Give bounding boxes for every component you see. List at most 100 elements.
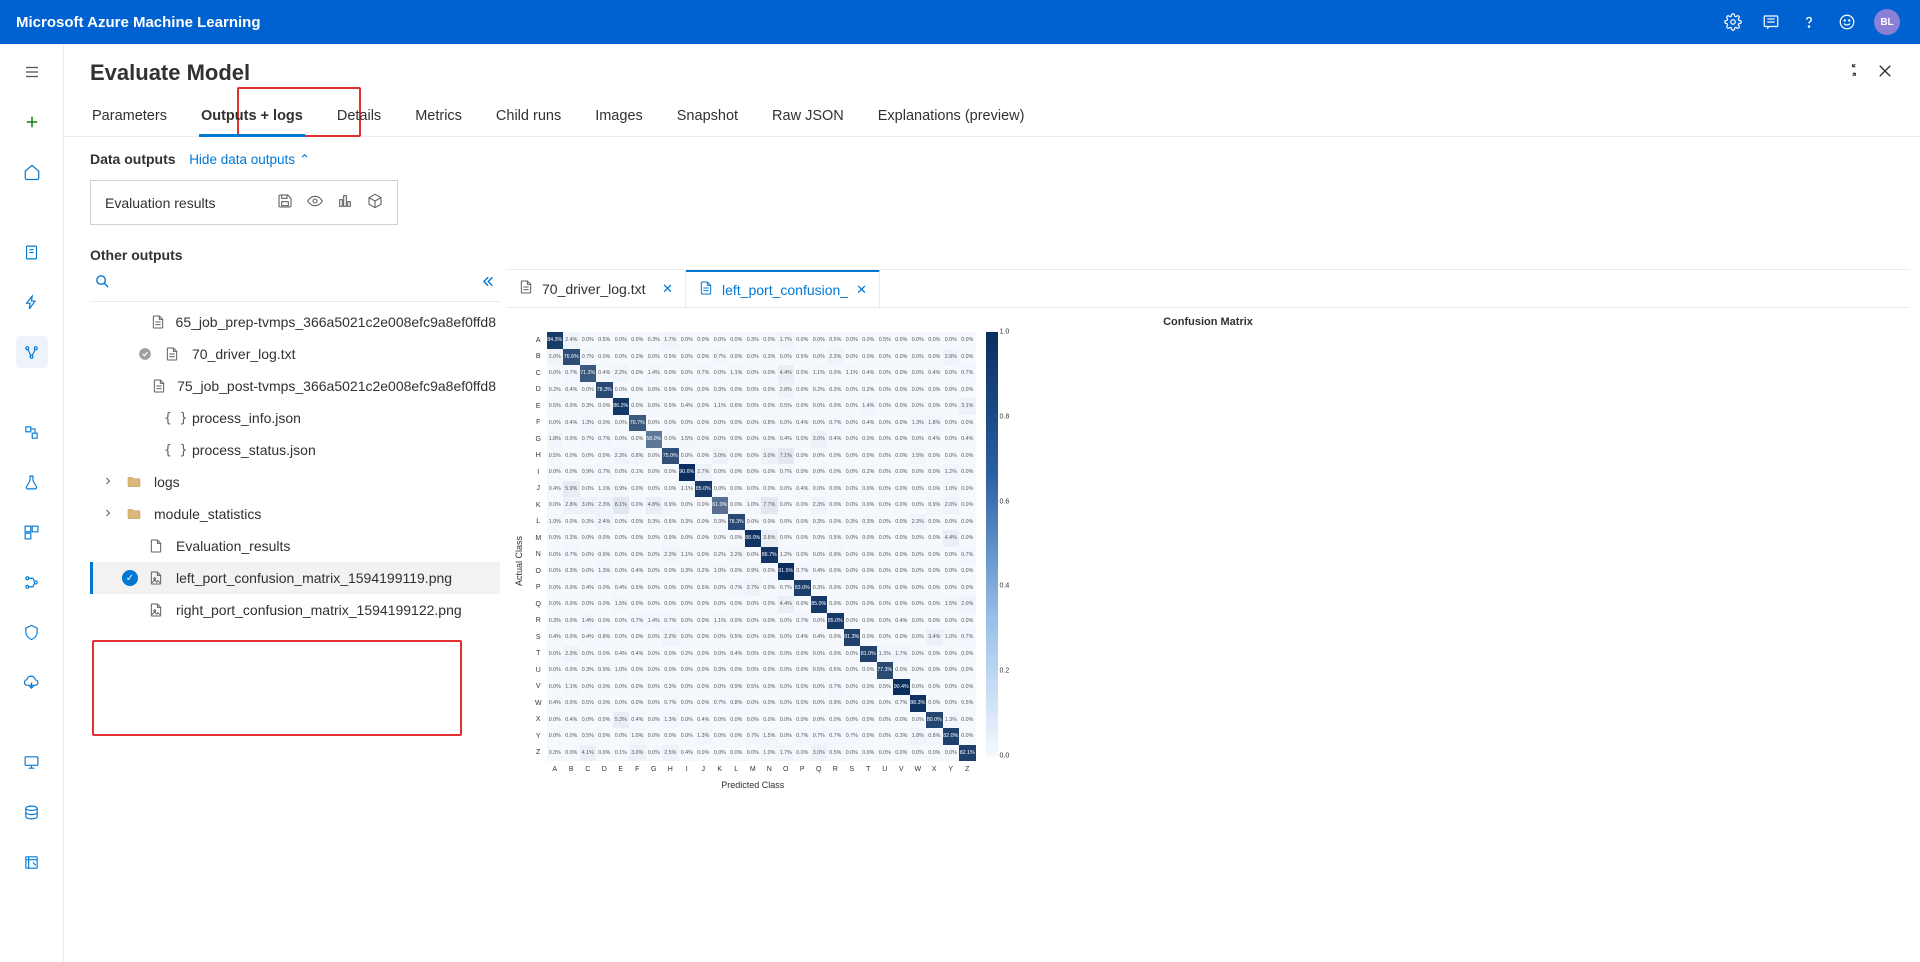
smile-icon[interactable] bbox=[1836, 11, 1858, 33]
search-icon[interactable] bbox=[94, 273, 111, 293]
labeling-icon[interactable] bbox=[16, 846, 48, 878]
datastores-icon[interactable] bbox=[16, 796, 48, 828]
add-icon[interactable] bbox=[16, 106, 48, 138]
tree-row-label: 70_driver_log.txt bbox=[192, 346, 296, 362]
tree-row[interactable]: module_statistics bbox=[90, 498, 500, 530]
avatar[interactable]: BL bbox=[1874, 9, 1900, 35]
notebooks-icon[interactable] bbox=[16, 236, 48, 268]
folder-icon bbox=[126, 474, 144, 490]
y-axis-label: Actual Class bbox=[514, 536, 524, 586]
tab-details[interactable]: Details bbox=[335, 102, 383, 136]
datasets-icon[interactable] bbox=[16, 416, 48, 448]
histogram-icon[interactable] bbox=[337, 193, 353, 212]
file-tab-label: 70_driver_log.txt bbox=[542, 281, 654, 297]
tree-row[interactable]: 70_driver_log.txt bbox=[90, 338, 500, 370]
tree-row[interactable]: Evaluation_results bbox=[90, 530, 500, 562]
file-icon bbox=[518, 279, 534, 298]
automl-icon[interactable] bbox=[16, 286, 48, 318]
minimize-icon[interactable] bbox=[1846, 62, 1862, 85]
page-title: Evaluate Model bbox=[90, 60, 250, 86]
chevron-up-icon: ⌃ bbox=[299, 152, 310, 167]
tree-row[interactable]: { } process_info.json bbox=[90, 402, 500, 434]
tree-row-label: process_info.json bbox=[192, 410, 301, 426]
hide-data-outputs-link[interactable]: Hide data outputs⌃ bbox=[189, 152, 310, 167]
check-icon: ✓ bbox=[122, 570, 138, 586]
confusion-matrix: A84.3%2.4%0.0%0.5%0.0%0.0%0.3%1.7%0.0%0.… bbox=[530, 332, 976, 778]
close-icon[interactable] bbox=[1876, 62, 1894, 85]
file-icon bbox=[151, 378, 167, 394]
compute-icon[interactable] bbox=[16, 746, 48, 778]
close-icon[interactable]: ✕ bbox=[856, 282, 867, 298]
file-tab[interactable]: 70_driver_log.txt ✕ bbox=[506, 270, 686, 307]
help-icon[interactable] bbox=[1798, 11, 1820, 33]
save-icon[interactable] bbox=[277, 193, 293, 212]
file-icon bbox=[698, 280, 714, 299]
close-icon[interactable]: ✕ bbox=[662, 281, 673, 297]
designer-icon[interactable] bbox=[16, 336, 48, 368]
main-panel: Evaluate Model Parameters Outputs + logs D… bbox=[64, 44, 1920, 962]
title-bar-actions: BL bbox=[1722, 9, 1900, 35]
tab-snapshot[interactable]: Snapshot bbox=[675, 102, 740, 136]
chart-title: Confusion Matrix bbox=[514, 316, 1902, 328]
highlight-box bbox=[92, 640, 462, 736]
title-bar: Microsoft Azure Machine Learning BL bbox=[0, 0, 1920, 44]
tree-row-label: process_status.json bbox=[192, 442, 316, 458]
tree-row-label: 65_job_prep-tvmps_366a5021c2e008efc9a8ef… bbox=[176, 314, 496, 330]
tab-raw-json[interactable]: Raw JSON bbox=[770, 102, 846, 136]
outputs-column: Data outputs Hide data outputs⌃ Evaluati… bbox=[90, 151, 500, 962]
file-tree: 65_job_prep-tvmps_366a5021c2e008efc9a8ef… bbox=[90, 302, 500, 962]
collapse-icon[interactable] bbox=[479, 273, 496, 293]
tree-row[interactable]: 65_job_prep-tvmps_366a5021c2e008efc9a8ef… bbox=[90, 306, 500, 338]
colorbar: 0.00.20.40.60.81.0 bbox=[986, 332, 998, 756]
preview-icon[interactable] bbox=[307, 193, 323, 212]
pipelines-icon[interactable] bbox=[16, 566, 48, 598]
tab-images[interactable]: Images bbox=[593, 102, 645, 136]
tree-row[interactable]: 75_job_post-tvmps_366a5021c2e008efc9a8ef… bbox=[90, 370, 500, 402]
file-icon bbox=[164, 346, 182, 362]
tab-explanations-preview-[interactable]: Explanations (preview) bbox=[876, 102, 1027, 136]
cube-icon[interactable] bbox=[367, 193, 383, 212]
tab-parameters[interactable]: Parameters bbox=[90, 102, 169, 136]
folder-icon bbox=[126, 506, 144, 522]
home-icon[interactable] bbox=[16, 156, 48, 188]
tab-bar: Parameters Outputs + logs Details Metrics Ch… bbox=[64, 92, 1920, 137]
tree-row[interactable]: right_port_confusion_matrix_1594199122.p… bbox=[90, 594, 500, 626]
hamburger-icon[interactable] bbox=[16, 56, 48, 88]
models-icon[interactable] bbox=[16, 616, 48, 648]
tree-row[interactable]: { } process_status.json bbox=[90, 434, 500, 466]
x-axis-label: Predicted Class bbox=[530, 780, 976, 790]
data-outputs-label: Data outputs bbox=[90, 151, 176, 167]
tree-row-label: 75_job_post-tvmps_366a5021c2e008efc9a8ef… bbox=[177, 378, 496, 394]
json-icon: { } bbox=[164, 443, 182, 458]
settings-icon[interactable] bbox=[1722, 11, 1744, 33]
tab-child-runs[interactable]: Child runs bbox=[494, 102, 563, 136]
file-o-icon bbox=[148, 538, 166, 554]
image-icon bbox=[148, 602, 166, 618]
eval-results-card: Evaluation results bbox=[90, 180, 398, 225]
tab-outputs-logs[interactable]: Outputs + logs bbox=[199, 102, 305, 136]
file-icon bbox=[150, 314, 166, 330]
file-tab-label: left_port_confusion_ bbox=[722, 282, 848, 298]
tab-metrics[interactable]: Metrics bbox=[413, 102, 464, 136]
endpoints-icon[interactable] bbox=[16, 666, 48, 698]
other-outputs-label: Other outputs bbox=[90, 247, 500, 263]
tree-row-label: module_statistics bbox=[154, 506, 261, 522]
feedback-icon[interactable] bbox=[1760, 11, 1782, 33]
json-icon: { } bbox=[164, 411, 182, 426]
chevron-right-icon bbox=[102, 506, 116, 522]
tree-row-label: logs bbox=[154, 474, 180, 490]
file-tab[interactable]: left_port_confusion_ ✕ bbox=[686, 269, 880, 307]
tree-row[interactable]: ✓ left_port_confusion_matrix_1594199119.p… bbox=[90, 562, 500, 594]
modules-icon[interactable] bbox=[16, 516, 48, 548]
image-icon bbox=[148, 570, 166, 586]
preview-pane: 70_driver_log.txt✕left_port_confusion_✕ … bbox=[506, 269, 1910, 962]
tree-row[interactable]: logs bbox=[90, 466, 500, 498]
tree-row-label: left_port_confusion_matrix_1594199119.pn… bbox=[176, 570, 452, 586]
file-tab-bar: 70_driver_log.txt ✕ left_port_confusion_ ✕ bbox=[506, 270, 1910, 308]
chevron-right-icon bbox=[102, 474, 116, 490]
tree-row-label: Evaluation_results bbox=[176, 538, 290, 554]
app-title: Microsoft Azure Machine Learning bbox=[16, 14, 1722, 31]
tree-row-label: right_port_confusion_matrix_1594199122.p… bbox=[176, 602, 462, 618]
eval-results-label: Evaluation results bbox=[105, 195, 216, 211]
experiments-icon[interactable] bbox=[16, 466, 48, 498]
